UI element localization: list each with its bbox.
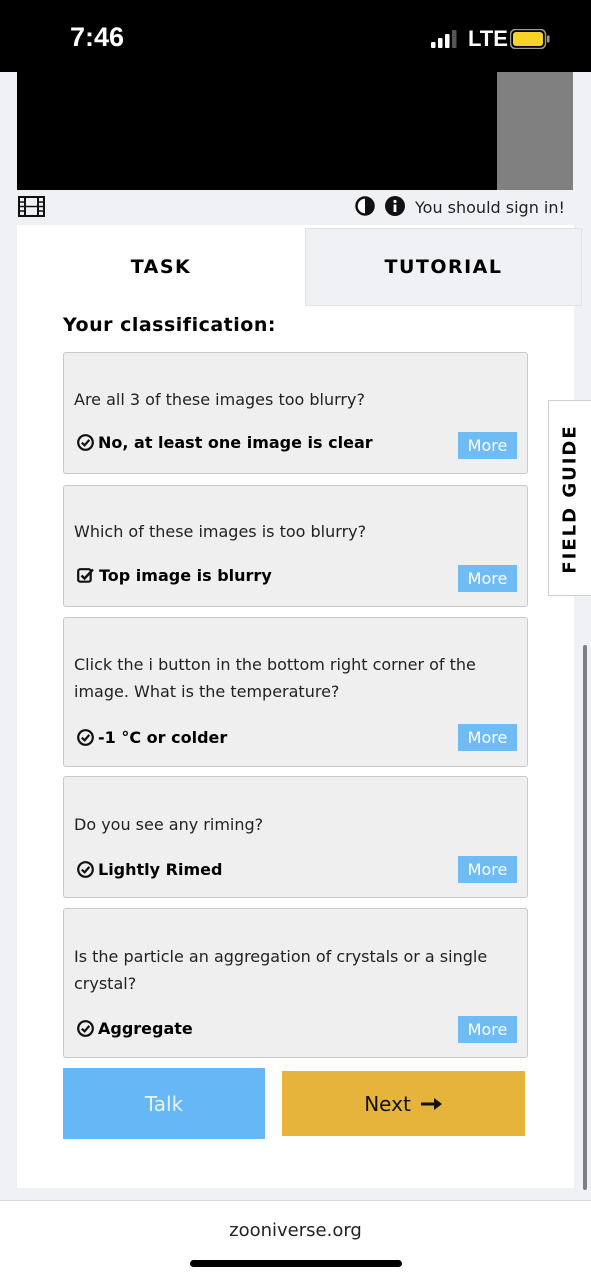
classification-card: Is the particle an aggregation of crysta… [63,908,528,1058]
card-answer-text: Top image is blurry [99,566,272,585]
network-type: LTE [468,26,508,51]
card-answer-text: No, at least one image is clear [98,433,373,452]
contrast-icon[interactable] [355,196,375,216]
classification-card: Do you see any riming? Lightly Rimed Mor… [63,776,528,898]
card-answer: Lightly Rimed [77,860,222,879]
card-answer: No, at least one image is clear [77,433,373,452]
classification-card: Click the i button in the bottom right c… [63,617,528,767]
arrow-right-icon [420,1097,442,1110]
card-answer-text: Lightly Rimed [98,860,223,879]
check-circle-icon [77,1020,94,1037]
card-question: Is the particle an aggregation of crysta… [74,947,488,993]
card-answer: Aggregate [77,1019,193,1038]
card-question: Are all 3 of these images too blurry? [74,390,365,409]
card-answer-text: -1 °C or colder [98,728,228,747]
info-icon[interactable] [385,196,405,216]
card-question: Do you see any riming? [74,815,264,834]
tab-task[interactable]: TASK [17,228,305,306]
card-answer: Top image is blurry [77,566,272,585]
classification-card: Which of these images is too blurry? Top… [63,485,528,607]
field-guide-label: FIELD GUIDE [559,424,581,574]
next-button[interactable]: Next [282,1071,525,1136]
subject-image[interactable] [17,72,497,190]
card-question: Click the i button in the bottom right c… [74,655,476,701]
check-circle-icon [77,861,94,878]
card-answer-text: Aggregate [98,1019,193,1038]
tab-tutorial-label: TUTORIAL [384,256,503,278]
clock: 7:46 [70,22,125,52]
tab-tutorial[interactable]: TUTORIAL [305,228,582,306]
card-answer: -1 °C or colder [77,728,227,747]
home-indicator[interactable] [190,1260,402,1267]
subject-image-edge [497,72,573,190]
classification-card: Are all 3 of these images too blurry? No… [63,352,528,474]
more-button[interactable]: More [458,432,517,459]
status-bar: 7:46 LTE [0,0,591,72]
more-button[interactable]: More [458,1016,517,1043]
battery-icon [510,29,550,49]
check-square-icon [77,568,94,583]
talk-button[interactable]: Talk [63,1068,265,1139]
more-button[interactable]: More [458,565,517,592]
classification-heading: Your classification: [63,314,276,336]
more-button[interactable]: More [458,856,517,883]
more-button[interactable]: More [458,724,517,751]
url-text[interactable]: zooniverse.org [0,1220,591,1241]
signal-bars-icon [431,30,457,48]
check-circle-icon [77,729,94,746]
card-question: Which of these images is too blurry? [74,522,367,541]
film-icon[interactable] [18,196,45,217]
tab-task-label: TASK [130,256,192,278]
check-circle-icon [77,434,94,451]
field-guide-tab[interactable]: FIELD GUIDE [548,400,591,596]
sign-in-notice[interactable]: You should sign in! [415,198,565,217]
next-button-label: Next [364,1091,411,1116]
scrollbar[interactable] [583,645,587,1190]
